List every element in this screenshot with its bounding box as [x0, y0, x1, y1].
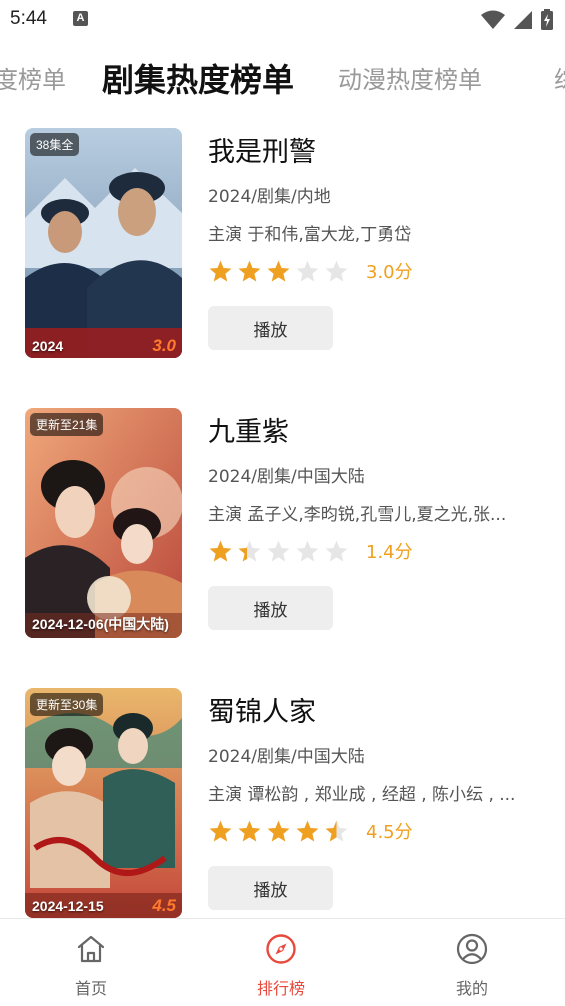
item-title[interactable]: 蜀锦人家	[208, 690, 316, 729]
play-button[interactable]: 播放	[208, 866, 333, 910]
episode-badge: 38集全	[30, 133, 80, 156]
nav-home-label: 首页	[74, 979, 107, 998]
poster-score: 4.5	[152, 896, 176, 915]
star-icon	[209, 260, 232, 281]
star-icon	[267, 260, 290, 281]
star-icon	[296, 820, 319, 841]
item-rating: 1.4分	[208, 538, 413, 564]
poster-image[interactable]: 更新至30集 2024-12-15 4.5	[25, 688, 182, 918]
bottom-nav: 首页 排行榜 我的	[0, 918, 565, 1006]
battery-icon	[541, 9, 553, 30]
nav-me[interactable]: 我的	[412, 919, 532, 1006]
item-score: 4.5分	[366, 822, 413, 843]
star-rating	[208, 539, 349, 564]
item-meta: 2024/剧集/内地	[208, 187, 331, 207]
star-icon	[267, 820, 290, 841]
star-rating	[208, 819, 349, 844]
wifi-icon	[481, 10, 505, 29]
signal-icon	[514, 10, 532, 29]
item-rating: 3.0分	[208, 258, 413, 284]
poster-date: 2024	[32, 338, 64, 354]
poster-art	[25, 688, 182, 918]
star-icon	[325, 260, 348, 281]
item-cast: 主演 谭松韵 , 郑业成 , 经超 , 陈小纭 , ...	[208, 785, 516, 805]
tab-ranking-prev[interactable]: 度榜单	[0, 52, 66, 108]
play-button[interactable]: 播放	[208, 586, 333, 630]
status-time: 5:44	[10, 8, 47, 29]
star-icon	[325, 540, 348, 561]
nav-me-label: 我的	[455, 979, 488, 998]
nav-ranking-label: 排行榜	[256, 979, 305, 998]
item-rating: 4.5分	[208, 818, 413, 844]
item-score: 1.4分	[366, 542, 413, 563]
notification-icon: A	[73, 11, 88, 26]
item-score: 3.0分	[366, 262, 413, 283]
star-icon	[296, 540, 319, 561]
star-icon	[238, 540, 261, 561]
status-icons	[481, 9, 553, 30]
play-button[interactable]: 播放	[208, 306, 333, 350]
episode-badge: 更新至21集	[30, 413, 104, 436]
poster-art	[25, 128, 182, 358]
poster-date: 2024-12-15	[32, 898, 104, 914]
compass-icon	[266, 934, 296, 964]
poster-score: 3.0	[152, 336, 176, 355]
category-tabs: 度榜单 剧集热度榜单 动漫热度榜单 综	[0, 52, 565, 108]
star-icon	[325, 820, 348, 841]
poster-image[interactable]: 38集全 2024 3.0	[25, 128, 182, 358]
status-bar: 5:44 A	[0, 0, 565, 40]
poster-date: 2024-12-06(中国大陆)	[32, 616, 169, 632]
star-icon	[296, 260, 319, 281]
star-icon	[238, 260, 261, 281]
list-item[interactable]: 更新至30集 2024-12-15 4.5 蜀锦人家 2024/剧集/中国大陆 …	[0, 688, 565, 920]
episode-badge: 更新至30集	[30, 693, 104, 716]
home-icon	[77, 935, 105, 963]
nav-ranking[interactable]: 排行榜	[221, 919, 341, 1006]
star-icon	[267, 540, 290, 561]
item-cast: 主演 于和伟,富大龙,丁勇岱	[208, 225, 412, 245]
user-icon	[456, 933, 488, 965]
item-title[interactable]: 我是刑警	[208, 130, 316, 169]
tab-drama-ranking[interactable]: 剧集热度榜单	[102, 52, 294, 108]
tab-anime-ranking[interactable]: 动漫热度榜单	[338, 52, 482, 108]
star-icon	[209, 820, 232, 841]
nav-home[interactable]: 首页	[31, 919, 151, 1006]
star-icon	[209, 540, 232, 561]
item-meta: 2024/剧集/中国大陆	[208, 467, 365, 487]
item-title[interactable]: 九重紫	[208, 410, 289, 449]
tab-variety-ranking[interactable]: 综	[554, 52, 565, 108]
item-cast: 主演 孟子义,李昀锐,孔雪儿,夏之光,张...	[208, 505, 507, 525]
star-rating	[208, 259, 349, 284]
list-item[interactable]: 38集全 2024 3.0 我是刑警 2024/剧集/内地 主演 于和伟,富大龙…	[0, 128, 565, 360]
star-icon	[238, 820, 261, 841]
poster-art	[25, 408, 182, 638]
list-item[interactable]: 更新至21集 2024-12-06(中国大陆) 九重紫 2024/剧集/中国大陆…	[0, 408, 565, 640]
item-meta: 2024/剧集/中国大陆	[208, 747, 365, 767]
poster-image[interactable]: 更新至21集 2024-12-06(中国大陆)	[25, 408, 182, 638]
